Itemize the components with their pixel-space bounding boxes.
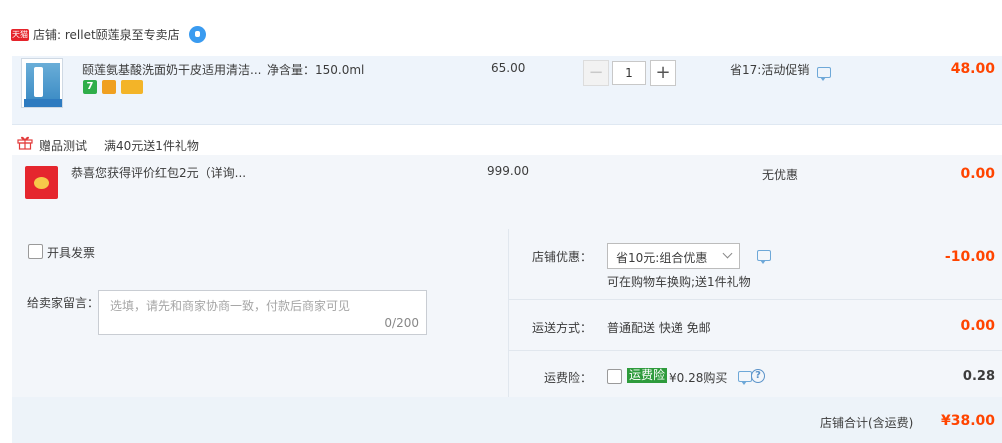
- gift-icon: [17, 136, 33, 150]
- quantity-increase-button[interactable]: +: [650, 60, 676, 86]
- product-thumbnail[interactable]: [21, 58, 63, 108]
- shop-name-link[interactable]: 店铺: rellet颐莲泉至专卖店: [33, 26, 180, 43]
- message-label: 给卖家留言：: [27, 296, 100, 310]
- unit-price: 65.00: [491, 61, 526, 75]
- shop-discount-select[interactable]: 省10元:组合优惠: [607, 243, 740, 269]
- insurance-price-text: ¥0.28购买: [669, 371, 728, 385]
- insurance-comment-icon[interactable]: [738, 371, 752, 385]
- gift-title: 恭喜您获得评价红包2元（详询...: [71, 166, 247, 180]
- invoice-checkbox[interactable]: [28, 244, 43, 259]
- discount-comment-icon[interactable]: [757, 250, 771, 264]
- insurance-amount: 0.28: [962, 369, 995, 384]
- shop-discount-note: 可在购物车换购;送1件礼物: [607, 275, 751, 289]
- chevron-down-icon: [722, 248, 733, 259]
- tmall-badge: 天猫: [11, 29, 29, 41]
- insurance-label: 运费险：: [544, 371, 593, 385]
- quantity-decrease-button[interactable]: −: [583, 60, 609, 86]
- message-counter: 0/200: [384, 316, 419, 330]
- gift-rule: 满40元送1件礼物: [104, 139, 199, 153]
- panel-divider: [508, 229, 509, 397]
- shop-discount-amount: -10.00: [944, 249, 995, 265]
- insurance-checkbox[interactable]: [607, 369, 622, 384]
- wangwang-chat-icon[interactable]: [189, 26, 206, 43]
- product-title-link[interactable]: 颐莲氨基酸洗面奶干皮适用清洁...: [82, 61, 261, 78]
- gift-price: 999.00: [487, 164, 529, 178]
- seller-message-textarea[interactable]: 选填，请先和商家协商一致，付款后商家可见 0/200: [98, 290, 427, 335]
- shop-total-amount: ¥38.00: [940, 413, 995, 429]
- message-placeholder: 选填，请先和商家协商一致，付款后商家可见: [110, 299, 351, 313]
- divider: [509, 299, 1002, 300]
- seven-day-return-icon: 7: [83, 80, 97, 94]
- shipping-amount: 0.00: [960, 318, 995, 334]
- help-question-icon[interactable]: ?: [751, 369, 765, 383]
- shop-discount-label: 店铺优惠：: [532, 250, 593, 264]
- product-spec: 净含量：150.0ml: [267, 63, 365, 77]
- divider: [509, 350, 1002, 351]
- invoice-label: 开具发票: [47, 246, 96, 260]
- promo-comment-icon[interactable]: [817, 67, 831, 81]
- red-envelope-thumbnail: [25, 166, 58, 199]
- gift-subtotal: 0.00: [960, 166, 995, 182]
- credit-card-icon: [121, 80, 143, 94]
- shop-discount-selected: 省10元:组合优惠: [616, 251, 708, 265]
- quantity-input[interactable]: 1: [612, 61, 646, 85]
- item-subtotal: 48.00: [950, 61, 995, 77]
- gift-promo: 无优惠: [762, 168, 799, 182]
- insurance-badge: 运费险: [627, 368, 668, 383]
- item-promo-text: 省17:活动促销: [730, 63, 810, 77]
- gift-header-label: 赠品测试: [39, 139, 88, 153]
- shipping-method: 普通配送 快递 免邮: [607, 321, 711, 335]
- shipping-label: 运送方式：: [532, 321, 593, 335]
- quality-guarantee-icon: [102, 80, 116, 94]
